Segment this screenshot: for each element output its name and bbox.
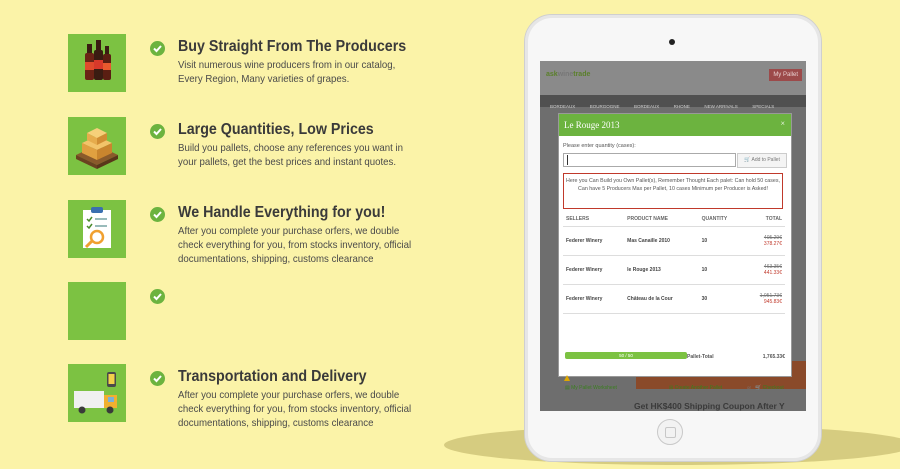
pallet-boxes-icon: [68, 117, 126, 175]
list-icon: ▤: [565, 385, 570, 391]
tablet-screen: askwinetrade My Pallet BORDEAUX BOURGOGN…: [540, 61, 806, 411]
feature-title: Large Quantities, Low Prices: [178, 121, 374, 138]
column-header: QUANTITY: [698, 212, 745, 227]
checklist-clipboard-icon: [68, 200, 126, 258]
feature-description: Visit numerous wine producers from in ou…: [178, 59, 396, 85]
feature-title: Buy Straight From The Producers: [178, 38, 407, 55]
checkout-link[interactable]: 🛒 Checkout: [755, 385, 784, 391]
table-row: Federer Winery Château de la Cour 30 1,0…: [563, 284, 785, 314]
quantity-label: Please enter quantity (cases):: [563, 143, 636, 149]
feature-description: After you complete your purchase orfers,…: [178, 225, 412, 265]
add-to-pallet-button[interactable]: 🛒 Add to Pallet: [737, 153, 787, 168]
feature-title: Transportation and Delivery: [178, 368, 367, 385]
site-nav: BORDEAUX BOURGOGNE BORDEAUX RHONE NEW AR…: [540, 95, 806, 109]
check-icon: [150, 124, 165, 139]
check-icon: [150, 41, 165, 56]
feature-transportation: Transportation and Delivery After you co…: [68, 364, 488, 429]
feature-blank: [68, 282, 488, 340]
worksheet-link[interactable]: ▤ My Pallet Worksheet: [565, 385, 617, 391]
coupon-text: Get HK$400 Shipping Coupon After Y: [634, 401, 785, 411]
feature-quantities: Large Quantities, Low Prices Build you p…: [68, 117, 488, 175]
nav-item[interactable]: BORDEAUX: [634, 104, 659, 109]
pallet-notice: Here you Can Build you Own Pallet(s), Re…: [563, 173, 783, 209]
pallet-total-value: 1,765.33€: [762, 354, 785, 360]
nav-item[interactable]: SPECIALS: [752, 104, 774, 109]
cart-icon: 🛒: [744, 157, 751, 163]
modal-header: Le Rouge 2013 ×: [559, 114, 791, 136]
column-header: PRODUCT NAME: [624, 212, 699, 227]
nav-item[interactable]: BORDEAUX: [550, 104, 575, 109]
feature-description: Build you pallets, choose any references…: [178, 142, 403, 168]
check-icon: [150, 289, 165, 304]
plus-icon: ⊞: [669, 385, 674, 391]
table-row: Federer Winery Mas Canaille 2010 10 405.…: [563, 226, 785, 256]
pallet-modal: Le Rouge 2013 × Please enter quantity (c…: [558, 113, 792, 391]
nav-item[interactable]: BOURGOGNE: [590, 104, 620, 109]
site-header: askwinetrade My Pallet: [540, 61, 806, 95]
table-row: Federer Winery le Rouge 2013 10 463.35€ 4…: [563, 255, 785, 285]
quantity-input[interactable]: [563, 153, 736, 167]
pallet-total-label: Pallet-Total: [687, 354, 714, 360]
site-logo[interactable]: askwinetrade: [546, 71, 590, 78]
or-text: or: [747, 385, 752, 390]
pallet-progress-bar: 50 / 50: [565, 352, 687, 359]
warning-icon: [564, 375, 570, 381]
delivery-truck-icon: [68, 364, 126, 422]
cart-icon: 🛒: [755, 385, 762, 391]
blank-icon: [68, 282, 126, 340]
close-icon[interactable]: ×: [780, 119, 785, 128]
camera-icon: [669, 39, 675, 45]
column-header: SELLERS: [563, 212, 625, 227]
feature-producers: Buy Straight From The Producers Visit nu…: [68, 34, 488, 92]
check-icon: [150, 207, 165, 222]
pallet-table: SELLERS PRODUCT NAME QUANTITY TOTAL Fede…: [563, 212, 785, 314]
nav-item[interactable]: NEW ARRIVALS: [704, 104, 737, 109]
home-button[interactable]: [657, 419, 683, 445]
feature-title: We Handle Everything for you!: [178, 204, 386, 221]
nav-item[interactable]: RHONE: [674, 104, 690, 109]
wine-bottles-icon: [68, 34, 126, 92]
feature-description: After you complete your purchase orfers,…: [178, 389, 412, 429]
my-pallet-button[interactable]: My Pallet: [769, 69, 802, 81]
column-header: TOTAL: [744, 212, 785, 227]
modal-title: Le Rouge 2013: [564, 120, 620, 130]
feature-handle-everything: We Handle Everything for you! After you …: [68, 200, 488, 265]
create-pallet-link[interactable]: ⊞ Create Another Pallet: [669, 385, 722, 391]
check-icon: [150, 371, 165, 386]
tablet-device: askwinetrade My Pallet BORDEAUX BOURGOGN…: [524, 14, 822, 462]
